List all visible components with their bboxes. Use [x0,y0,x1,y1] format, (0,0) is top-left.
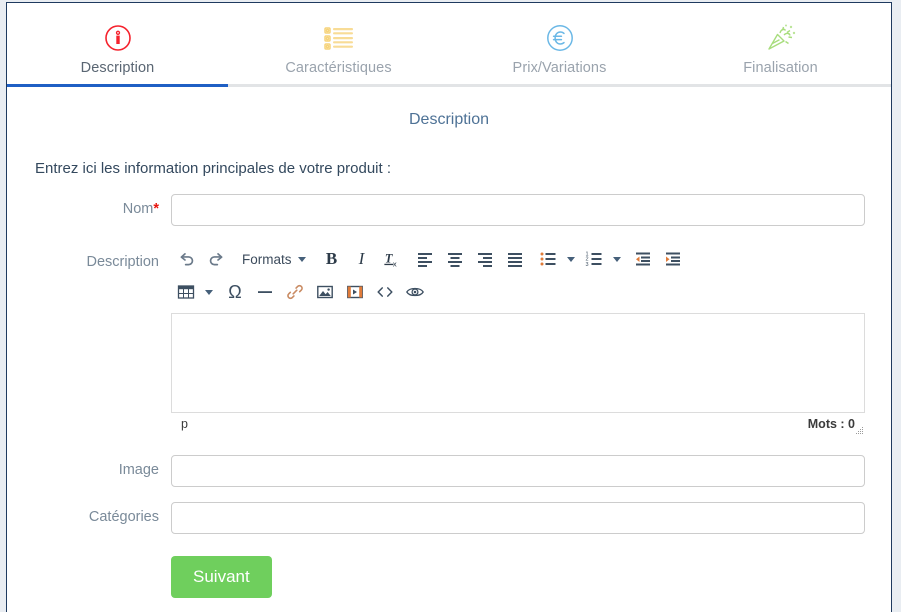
toolbar-group-align [410,245,530,273]
redo-icon[interactable] [201,245,231,273]
editor-toolbar-row-1: Formats B I T x 1 2 3 [171,243,865,278]
field-row-submit: Suivant [7,556,891,598]
indent-icon[interactable] [658,245,688,273]
page-title: Description [408,111,490,128]
field-row-categories: Catégories [7,502,891,534]
bullet-list-icon [323,21,355,55]
product-wizard-card: Description Caractéristiques Prix/Variat… [6,2,892,612]
toolbar-group-indent [628,245,688,273]
euro-circle-icon [545,21,575,55]
label-nom-text: Nom [122,201,154,217]
italic-icon-label: I [358,249,365,268]
tab-description[interactable]: Description [7,3,228,87]
table-icon[interactable] [171,278,201,306]
toolbar-group-table [171,278,217,306]
numbered-list-dropdown[interactable] [609,245,625,273]
field-row-nom: Nom* [7,194,891,226]
tab-caracteristiques[interactable]: Caractéristiques [228,3,449,87]
tab-finalisation-label: Finalisation [743,60,818,76]
label-categories: Catégories [88,509,159,525]
categories-input[interactable] [171,502,865,534]
horizontal-rule-icon[interactable] [250,278,280,306]
party-popper-icon [764,21,798,55]
special-char-icon-label: Ω [228,281,242,302]
italic-icon[interactable]: I [347,245,377,273]
link-icon[interactable] [280,278,310,306]
toolbar-group-insert: Ω [220,278,430,306]
bullet-list-dropdown[interactable] [563,245,579,273]
rich-text-editor: Formats B I T x 1 2 3 Ω p Mots: 0 [171,243,865,434]
intro-text: Entrez ici les information principales d… [35,160,392,177]
svg-text:T: T [385,251,393,265]
align-justify-icon[interactable] [500,245,530,273]
toolbar-group-lists: 123 [533,245,625,273]
numbered-list-icon[interactable]: 123 [579,245,609,273]
label-description: Description [86,254,159,270]
field-image [171,455,891,487]
field-row-description: Description Formats B I T x 1 2 3 Ω p Mo… [7,243,891,434]
field-categories [171,502,891,534]
image-icon[interactable] [310,278,340,306]
tab-caracteristiques-label: Caractéristiques [285,60,392,76]
chevron-down-icon [205,289,213,295]
editor-toolbar-row-2: Ω [171,276,865,311]
svg-text:3: 3 [585,262,588,268]
align-right-icon[interactable] [470,245,500,273]
editor-resize-handle[interactable] [855,426,865,436]
required-marker: * [153,201,159,217]
tab-prix-variations[interactable]: Prix/Variations [449,3,670,87]
image-input[interactable] [171,455,865,487]
tab-prix-variations-label: Prix/Variations [512,60,607,76]
toolbar-group-history [171,245,231,273]
preview-icon[interactable] [400,278,430,306]
toolbar-group-inline: B I T x [317,245,407,273]
tab-underline-active [7,84,228,87]
chevron-down-icon [297,256,306,262]
align-left-icon[interactable] [410,245,440,273]
clear-format-icon[interactable]: T x [377,245,407,273]
editor-content-area[interactable] [171,313,865,413]
source-code-icon[interactable] [370,278,400,306]
bold-icon-label: B [325,249,338,268]
label-image: Image [118,462,159,478]
align-center-icon[interactable] [440,245,470,273]
outdent-icon[interactable] [628,245,658,273]
undo-icon[interactable] [171,245,201,273]
media-icon[interactable] [340,278,370,306]
label-nom: Nom* [7,194,171,217]
field-row-image: Image [7,455,891,487]
bold-icon[interactable]: B [317,245,347,273]
wizard-step-body: Description Entrez ici les information p… [7,111,891,612]
field-nom [171,194,891,226]
formats-dropdown[interactable]: Formats [234,245,314,273]
special-char-icon[interactable]: Ω [220,278,250,306]
wizard-tab-bar: Description Caractéristiques Prix/Variat… [7,3,891,87]
suivant-button[interactable]: Suivant [171,556,272,598]
field-submit: Suivant [171,556,891,598]
app-root: Description Caractéristiques Prix/Variat… [0,0,901,612]
editor-element-path[interactable]: p [181,417,188,431]
nom-input[interactable] [171,194,865,226]
field-description: Formats B I T x 1 2 3 Ω p Mots: 0 [171,243,891,434]
tab-description-label: Description [80,60,155,76]
bullet-list-icon[interactable] [533,245,563,273]
submit-spacer [7,556,171,563]
chevron-down-icon [612,256,621,262]
tab-finalisation[interactable]: Finalisation [670,3,891,87]
info-circle-icon [103,21,133,55]
formats-dropdown-label: Formats [242,251,292,267]
table-dropdown[interactable] [201,278,217,306]
svg-text:x: x [393,259,397,268]
toolbar-group-formats: Formats [234,245,314,273]
editor-status-bar: p Mots : 0 [171,413,865,434]
chevron-down-icon [566,256,575,262]
